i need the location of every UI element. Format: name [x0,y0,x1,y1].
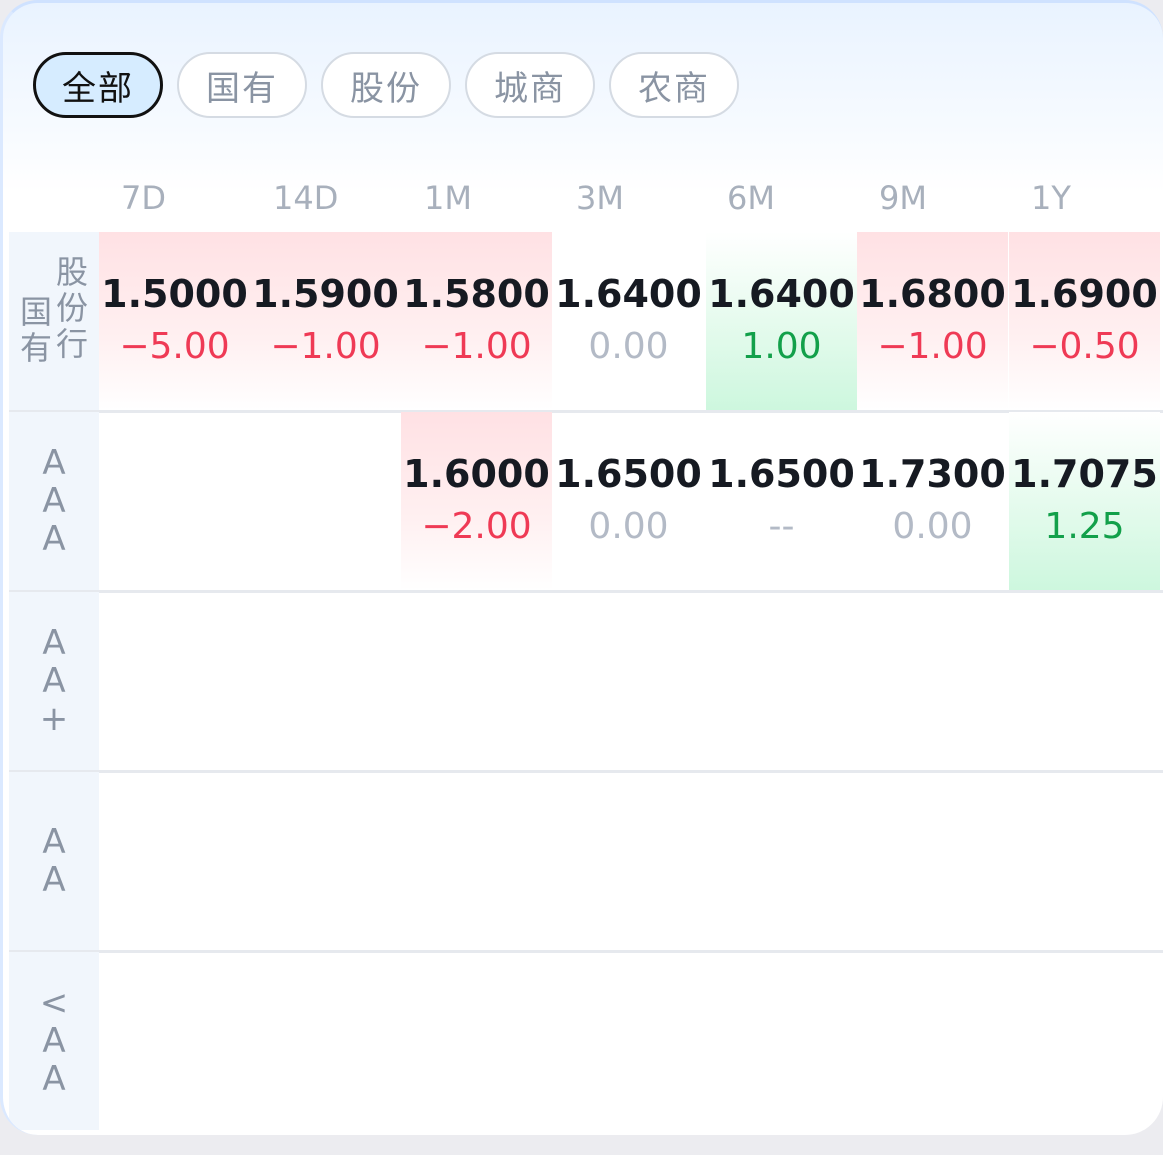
row-label: AAA [9,412,99,590]
tab-all[interactable]: 全部 [33,52,163,118]
bank-type-tabs: 全部 国有 股份 城商 农商 [33,52,739,122]
column-header-1m: 1M [424,179,472,217]
rate-cell-6m[interactable]: 1.6400 1.00 [706,232,857,410]
rate-cell-1m[interactable]: 1.6000 −2.00 [401,412,552,590]
rate-value: 1.5800 [403,272,550,316]
rate-change: −5.00 [119,326,230,367]
rate-value: 1.6900 [1011,272,1158,316]
tab-state-owned[interactable]: 国有 [177,52,307,118]
rate-change: 0.00 [588,326,669,367]
table-row-below-aa: <AA [9,952,1163,1130]
rate-value: 1.6500 [708,452,855,496]
rate-value: 1.5900 [252,272,399,316]
rate-value: 1.7075 [1011,452,1158,496]
column-header-6m: 6M [727,179,775,217]
table-row-aaa: AAA 1.6000 −2.00 1.6500 0.00 1.6500 -- 1… [9,412,1163,593]
row-label: AA+ [9,592,99,770]
rate-value: 1.7300 [859,452,1006,496]
rate-cell-6m[interactable]: 1.6500 -- [706,412,857,590]
rate-change: −2.00 [421,506,532,547]
rate-matrix-card: 全部 国有 股份 城商 农商 7D 14D 1M 3M 6M 9M 1Y 国有 … [0,0,1163,1135]
rate-cell-1y[interactable]: 1.6900 −0.50 [1009,232,1160,410]
rate-change: −0.50 [1029,326,1140,367]
rate-change: 0.00 [892,506,973,547]
row-label: AA [9,772,99,950]
rate-cell-1m[interactable]: 1.5800 −1.00 [401,232,552,410]
rate-cell-1y[interactable]: 1.7075 1.25 [1009,412,1160,590]
rate-cell-7d[interactable]: 1.5000 −5.00 [99,232,250,410]
column-header-9m: 9M [879,179,927,217]
row-label: <AA [9,952,99,1130]
rate-value: 1.6800 [859,272,1006,316]
rate-value: 1.6400 [708,272,855,316]
row-label-right: 股份行 [55,253,88,363]
row-label-text: <AA [39,983,69,1099]
tab-rural-commercial[interactable]: 农商 [609,52,739,118]
column-header-7d: 7D [121,179,166,217]
tab-city-commercial[interactable]: 城商 [465,52,595,118]
rate-change: 0.00 [588,506,669,547]
tab-joint-stock[interactable]: 股份 [321,52,451,118]
rate-cell-9m[interactable]: 1.7300 0.00 [857,412,1008,590]
rate-cell-14d[interactable]: 1.5900 −1.00 [250,232,401,410]
rate-change: −1.00 [421,326,532,367]
rate-change: 1.25 [1044,506,1125,547]
rate-value: 1.6500 [555,452,702,496]
rate-value: 1.6000 [403,452,550,496]
table-row-aa-plus: AA+ [9,592,1163,773]
rate-change: −1.00 [270,326,381,367]
column-header-3m: 3M [576,179,624,217]
rate-value: 1.5000 [101,272,248,316]
column-header-1y: 1Y [1031,179,1071,217]
rate-change: −1.00 [877,326,988,367]
rate-cell-3m[interactable]: 1.6400 0.00 [553,232,704,410]
column-header-14d: 14D [273,179,339,217]
table-row-aa: AA [9,772,1163,953]
row-label: 国有 股份行 [9,232,99,410]
rate-change: 1.00 [741,326,822,367]
row-label-text: AAA [42,443,66,559]
row-label-left: 国有 [19,293,52,367]
table-row-state-joint: 国有 股份行 1.5000 −5.00 1.5900 −1.00 1.5800 … [9,232,1163,413]
row-label-text: AA+ [39,623,69,739]
row-label-text: AA [42,822,66,900]
rate-value: 1.6400 [555,272,702,316]
rate-cell-9m[interactable]: 1.6800 −1.00 [857,232,1008,410]
rate-cell-3m[interactable]: 1.6500 0.00 [553,412,704,590]
rate-change: -- [768,506,795,547]
